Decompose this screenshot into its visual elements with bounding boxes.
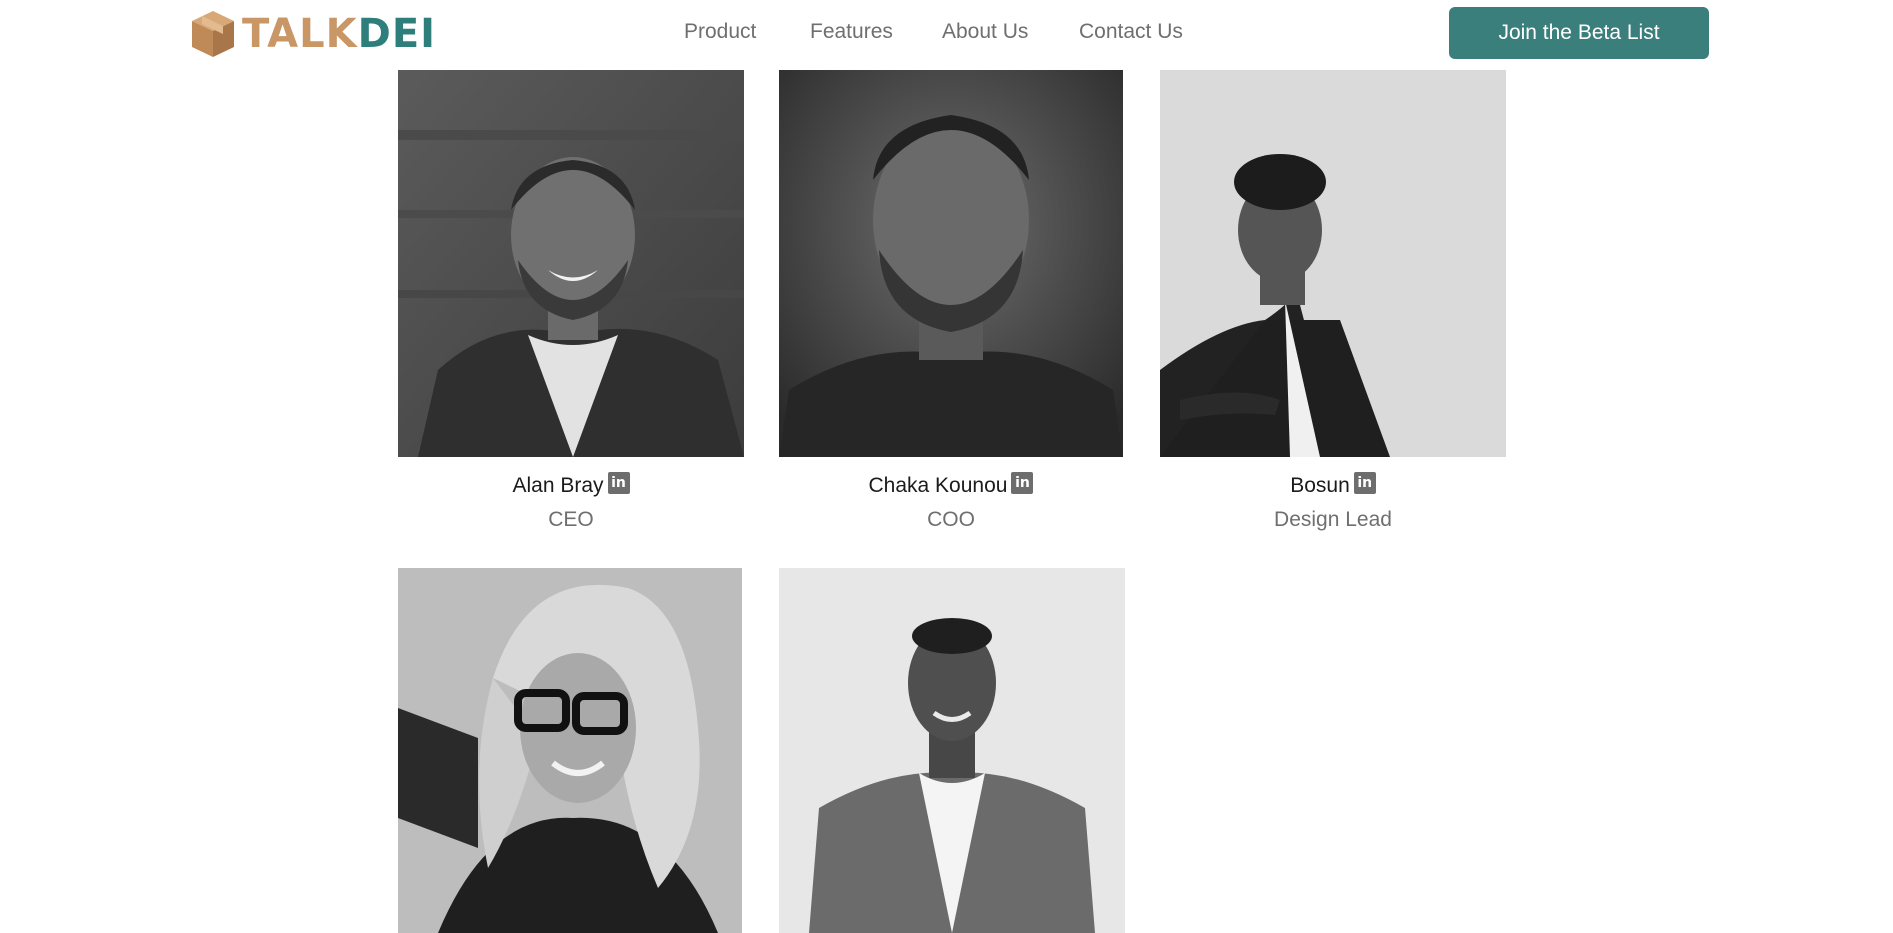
site-header: TALKDEI Product Features About Us Contac…	[0, 0, 1893, 70]
brand-wordmark: TALKDEI	[242, 11, 437, 57]
team-photo	[398, 70, 744, 457]
team-member-name: Bosun	[1290, 474, 1350, 497]
team-member-role: CEO	[548, 508, 594, 531]
team-name-row: Alan Bray in	[398, 471, 744, 501]
team-member-name: Alan Bray	[512, 474, 604, 497]
nav-product[interactable]: Product	[684, 17, 756, 47]
nav-features[interactable]: Features	[810, 17, 893, 47]
team-photo	[1160, 70, 1506, 457]
team-member-name: Chaka Kounou	[868, 474, 1008, 497]
linkedin-icon[interactable]: in	[607, 472, 630, 494]
brand-logo[interactable]: TALKDEI	[190, 8, 436, 60]
nav-about-us[interactable]: About Us	[942, 17, 1028, 47]
linkedin-icon[interactable]: in	[1353, 472, 1376, 494]
team-member-role: COO	[927, 508, 975, 531]
join-beta-button[interactable]: Join the Beta List	[1449, 7, 1709, 59]
team-member-role: Design Lead	[1274, 508, 1392, 531]
team-photo	[779, 70, 1123, 457]
team-photo	[398, 568, 742, 933]
team-name-row: Chaka Kounou in	[779, 471, 1123, 501]
team-name-row: Bosun in	[1160, 471, 1506, 501]
box-logo-icon	[192, 11, 234, 57]
team-photo	[779, 568, 1125, 933]
nav-contact-us[interactable]: Contact Us	[1079, 17, 1183, 47]
linkedin-icon[interactable]: in	[1011, 472, 1034, 494]
